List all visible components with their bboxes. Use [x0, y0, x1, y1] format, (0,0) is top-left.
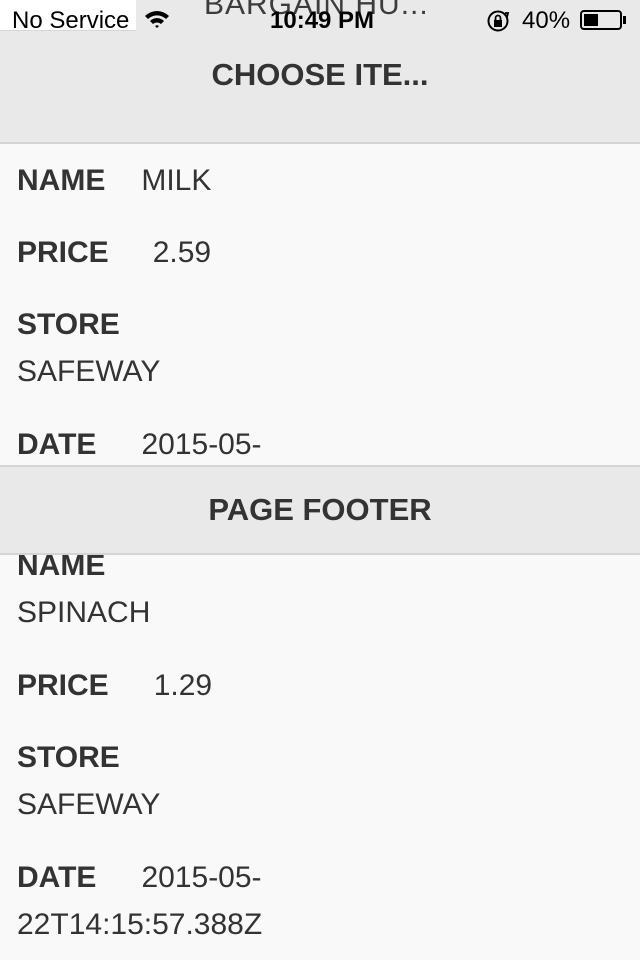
footer-bar: PAGE FOOTER	[0, 465, 640, 555]
item-list-section-below: NAME SPINACH PRICE 1.29 STORE SAFEWAY DAT…	[0, 553, 640, 960]
name-row: NAME SPINACH	[17, 553, 150, 630]
footer-title: PAGE FOOTER	[208, 492, 432, 527]
date-row: DATE 2015-05- 22T14:15:57.388Z	[17, 861, 262, 942]
store-row: STORE SAFEWAY	[17, 741, 160, 822]
price-row: PRICE 1.29	[17, 669, 212, 703]
date-label: DATE	[17, 428, 97, 461]
name-label: NAME	[17, 164, 106, 197]
name-value: SPINACH	[17, 596, 151, 629]
store-label: STORE	[17, 308, 120, 341]
price-row: PRICE 2.59	[17, 236, 211, 270]
battery-percentage: 40%	[522, 7, 571, 34]
name-row: NAME MILK	[17, 164, 211, 198]
store-value: SAFEWAY	[17, 788, 161, 821]
item-list-section: NAME MILK PRICE 2.59 STORE SAFEWAY DATE 201…	[0, 144, 640, 465]
wifi-icon	[145, 11, 169, 28]
store-value: SAFEWAY	[17, 355, 161, 388]
battery-icon	[580, 10, 626, 30]
rotation-lock-icon	[487, 10, 510, 32]
name-label: NAME	[17, 553, 106, 582]
header-bar: CHOOSE ITE...	[0, 40, 640, 144]
carrier-label: No Service	[12, 7, 130, 34]
date-value-line1: 2015-05-	[141, 861, 262, 894]
date-value: 2015-05-	[141, 428, 262, 461]
status-time: 10:49 PM	[270, 7, 375, 34]
store-label: STORE	[17, 741, 120, 774]
store-row: STORE SAFEWAY	[17, 308, 160, 389]
page-title: CHOOSE ITE...	[211, 57, 429, 92]
name-value: MILK	[141, 164, 212, 197]
status-bar: BARGAIN HU... No Service 10:49 PM 40%	[0, 0, 640, 40]
date-row: DATE 2015-05-	[17, 428, 262, 462]
price-label: PRICE	[17, 236, 109, 269]
date-value-line2: 22T14:15:57.388Z	[17, 908, 263, 941]
price-label: PRICE	[17, 669, 109, 702]
price-value: 2.59	[152, 236, 212, 269]
date-label: DATE	[17, 861, 97, 894]
price-value: 1.29	[153, 669, 213, 702]
